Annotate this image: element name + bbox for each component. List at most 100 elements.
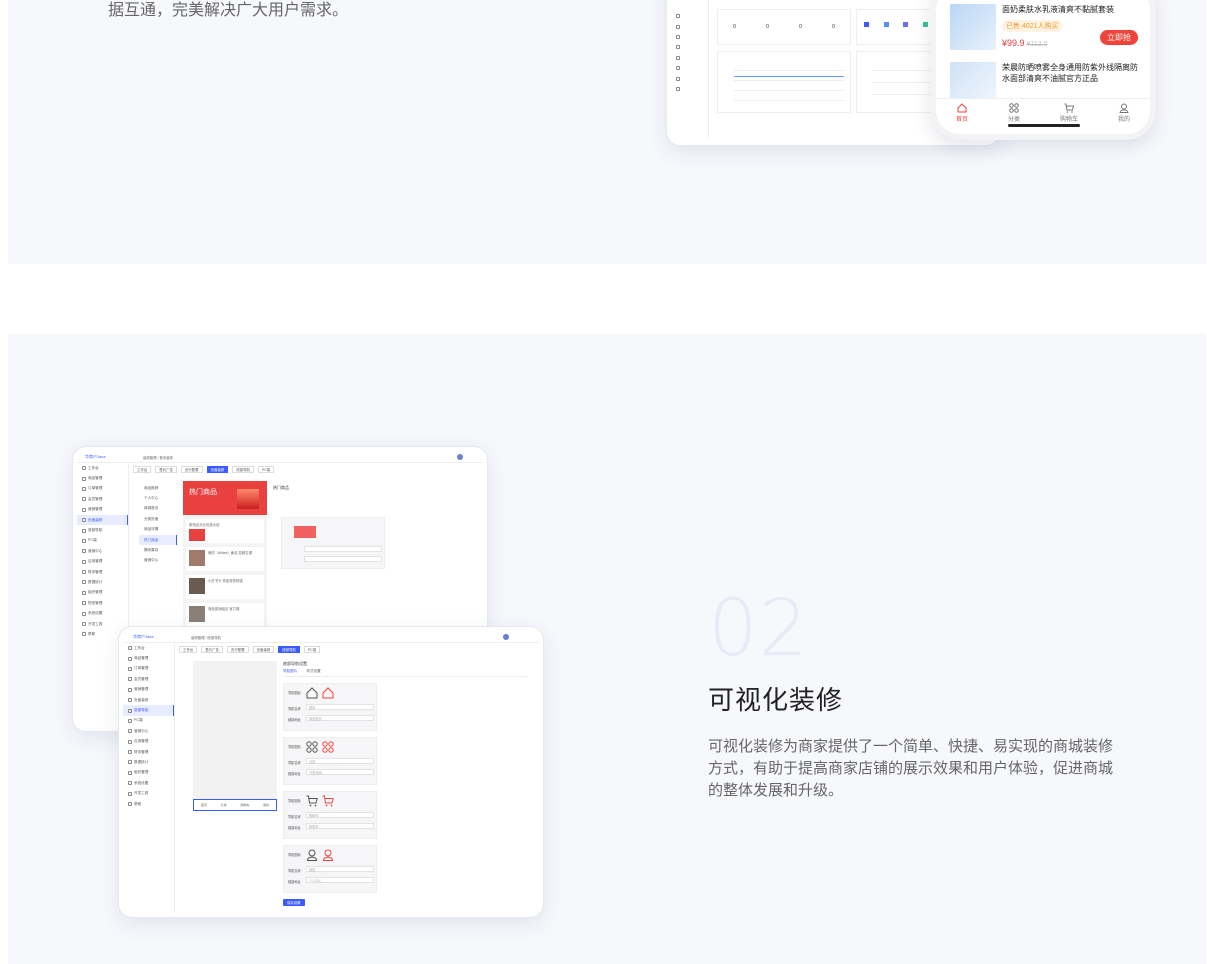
sidebar-item[interactable]: 应用管理 <box>77 557 128 567</box>
tab-item[interactable]: 底部导航 <box>232 466 254 473</box>
menu-item[interactable]: 商城首页 <box>139 504 177 514</box>
sidebar-item[interactable]: 财务管理 <box>123 747 174 757</box>
menu-item[interactable]: 猜你喜欢 <box>139 545 177 555</box>
product-card[interactable]: 面奶柔肤水乳液清爽不黏腻套装 已售 4021人购买 ¥99.9 ¥112.0 立即… <box>950 4 1140 50</box>
sidebar-item[interactable]: 营销中心 <box>77 546 128 556</box>
sidebar-item-active[interactable]: 页面装修 <box>77 514 128 526</box>
nav-link-select[interactable]: 商品首页 <box>306 715 374 721</box>
tab-item[interactable]: 签约广告 <box>155 466 177 473</box>
tab-item[interactable]: PC端 <box>304 646 321 653</box>
cart-active-icon <box>322 795 334 807</box>
tab-item[interactable]: PC端 <box>258 466 275 473</box>
product-price: ¥99.9 <box>1002 38 1025 48</box>
tab-item[interactable]: 页行配置 <box>180 466 203 473</box>
sidebar-item[interactable]: 组织管理 <box>123 768 174 778</box>
sidebar-item[interactable]: PC端 <box>123 716 174 726</box>
nav-item-mine[interactable]: 我的 <box>1118 103 1130 134</box>
menu-item-active[interactable]: 热门商品 <box>139 534 177 546</box>
sidebar-item[interactable]: 数据统计 <box>123 757 174 767</box>
sidebar-item[interactable]: PC端 <box>77 536 128 546</box>
bar-chart-card <box>856 51 936 113</box>
sidebar-item[interactable]: 营销管理 <box>123 685 174 695</box>
nav-name-field[interactable]: 我的 <box>306 866 374 872</box>
sidebar-item[interactable]: 商品管理 <box>77 473 128 483</box>
image-thumb[interactable] <box>294 526 316 538</box>
sidebar-item[interactable]: 页面装修 <box>123 695 174 705</box>
save-button[interactable]: 保存设置 <box>283 899 305 906</box>
buy-button[interactable]: 立即抢 <box>1100 30 1138 45</box>
sidebar-item[interactable]: 系统设置 <box>77 608 128 618</box>
sidebar: 工作台 商品管理 订单管理 会员管理 营销管理 页面装修 底部导航 PC端 营销… <box>123 643 175 913</box>
tab-item[interactable]: 页行配置 <box>226 646 249 653</box>
title-field[interactable] <box>304 546 382 552</box>
sidebar-item[interactable]: 订单管理 <box>123 664 174 674</box>
nav-link-select[interactable]: 分类页面 <box>306 769 374 775</box>
user-icon <box>1119 103 1129 113</box>
sidebar-item[interactable]: 数据统计 <box>77 577 128 587</box>
nav-name-field[interactable]: 分类 <box>306 758 374 764</box>
nav-name-field[interactable]: 首页 <box>306 704 374 710</box>
stat-card: 0000 <box>717 9 851 45</box>
preview-product: 家电百分比优惠大促 <box>186 519 264 543</box>
tab-item[interactable]: 签约广告 <box>201 646 223 653</box>
sidebar-item[interactable]: 财务管理 <box>77 567 128 577</box>
sidebar-item[interactable]: 帮助 <box>123 799 174 809</box>
nav-item-home[interactable]: 首页 <box>956 103 968 134</box>
hot-banner: 热门商品 <box>183 481 267 515</box>
sidebar-item-active[interactable]: 底部导航 <box>123 705 174 716</box>
sidebar-item[interactable]: 营销中心 <box>123 726 174 736</box>
sidebar-item[interactable]: 订单管理 <box>77 484 128 494</box>
preview-product: 美的（Midea）面包 变频空调 <box>186 547 264 571</box>
menu-item[interactable]: 商品推荐 <box>139 483 177 493</box>
sold-badge: 已售 4021人购买 <box>1002 20 1063 32</box>
user-active-icon <box>322 849 334 861</box>
panel-title: 热门商品 <box>273 485 289 490</box>
intro-text: 据互通，完美解决广大用户需求。 <box>108 2 349 19</box>
tab-item[interactable]: 页面装修 <box>252 646 275 653</box>
subtab-bar: 导航图片 样式设置 <box>283 669 527 677</box>
tab-item[interactable]: 工作台 <box>179 646 198 653</box>
shortcut-card <box>856 9 936 45</box>
menu-item[interactable]: 营销中心 <box>139 556 177 566</box>
sidebar-item[interactable]: 会员管理 <box>77 494 128 504</box>
feature-section-2: 华商户Java 装修管理 / 首页装修 工作台 签约广告 页行配置 页面装修 底… <box>8 334 1206 964</box>
preview-pane: 首页 分类 购物车 我的 <box>193 661 277 811</box>
sidebar-item[interactable]: 开发工具 <box>123 788 174 798</box>
sidebar-item[interactable]: 工作台 <box>77 463 128 473</box>
subtab[interactable]: 样式设置 <box>306 669 320 673</box>
nav-link-select[interactable]: 购物车 <box>306 823 374 829</box>
sidebar-item[interactable]: 应用管理 <box>123 737 174 747</box>
tab-item-active[interactable]: 页面装修 <box>206 466 229 473</box>
sidebar-item[interactable]: 营销管理 <box>77 505 128 515</box>
sidebar-item[interactable]: 会员管理 <box>123 674 174 684</box>
feature-section-1: 据互通，完美解决广大用户需求。 0000 面奶柔肤水乳液清爽不黏腻套装 已售 4… <box>8 0 1206 264</box>
nav-item-cart[interactable]: 购物车 <box>1060 103 1078 134</box>
nav-setting-card: 导航图标 导航名称 我的 链接地址 个人中心 <box>283 845 377 893</box>
link-field[interactable] <box>304 556 382 562</box>
sidebar-item[interactable]: 组织管理 <box>77 588 128 598</box>
sidebar-item[interactable]: 开发工具 <box>77 619 128 629</box>
sidebar-item[interactable]: 系统设置 <box>123 778 174 788</box>
avatar[interactable] <box>457 454 463 460</box>
avatar[interactable] <box>503 634 509 640</box>
home-active-icon <box>322 687 334 699</box>
sidebar-item[interactable]: 底部导航 <box>77 525 128 535</box>
grid-icon <box>1009 103 1019 113</box>
tab-item-active[interactable]: 底部导航 <box>278 646 300 653</box>
sidebar-item[interactable]: 工作台 <box>123 643 174 653</box>
subtab-active[interactable]: 导航图片 <box>283 669 297 673</box>
nav-item-category[interactable]: 分类 <box>1008 103 1020 134</box>
tab-item[interactable]: 工作台 <box>133 466 152 473</box>
menu-item[interactable]: 个人中心 <box>139 493 177 503</box>
app-logo: 华商户Java <box>85 454 106 459</box>
preview-bottom-nav[interactable]: 首页 分类 购物车 我的 <box>193 799 277 811</box>
nav-link-select[interactable]: 个人中心 <box>306 877 374 883</box>
sidebar-item[interactable]: 商品管理 <box>123 653 174 663</box>
decoration-mock-front: 华商户Java 装修管理 / 底部导航 工作台 签约广告 页行配置 页面装修 底… <box>118 626 544 918</box>
menu-item[interactable]: 分类页面 <box>139 514 177 524</box>
sidebar-item[interactable]: 短信管理 <box>77 598 128 608</box>
original-price: ¥112.0 <box>1026 41 1048 48</box>
nav-name-field[interactable]: 购物车 <box>306 812 374 818</box>
breadcrumb: 装修管理 / 底部导航 <box>191 636 221 640</box>
menu-item[interactable]: 商品详情 <box>139 525 177 535</box>
